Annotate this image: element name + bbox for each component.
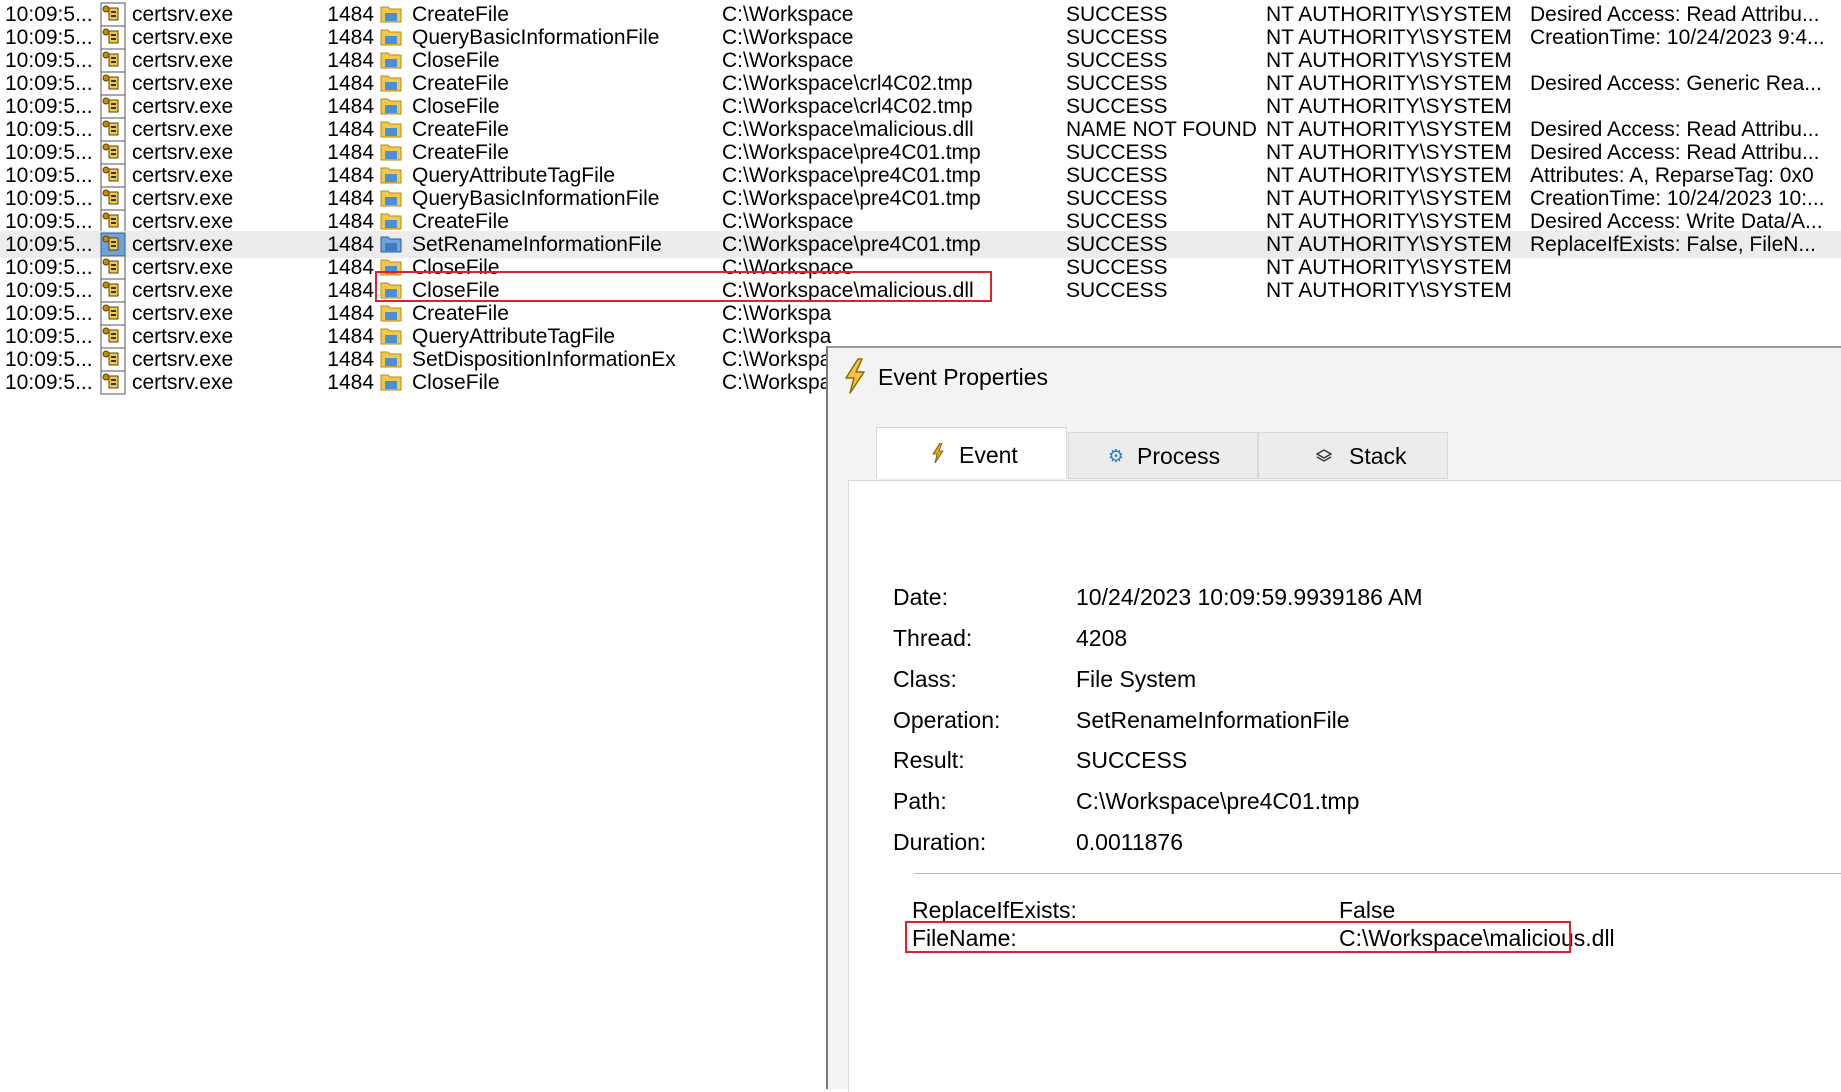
tab-strip: Event ⚙ Process Stack <box>848 427 1841 480</box>
lightning-icon <box>927 428 949 483</box>
property-label: Thread: <box>893 625 973 651</box>
property-value: SetRenameInformationFile <box>1076 707 1350 733</box>
property-label: Result: <box>893 747 965 773</box>
property-row: Date: 10/24/2023 10:09:59.9939186 AM <box>893 582 1793 612</box>
process-icon <box>100 370 130 397</box>
property-value: 4208 <box>1076 625 1128 651</box>
tab-process[interactable]: ⚙ Process <box>1068 432 1258 479</box>
time-cell: 10:09:5... <box>5 371 93 394</box>
property-label: Duration: <box>893 829 987 855</box>
property-row: Operation: SetRenameInformationFile <box>893 705 1793 735</box>
property-row: Class: File System <box>893 664 1793 694</box>
property-value: File System <box>1076 666 1197 692</box>
property-label: Path: <box>893 788 947 814</box>
property-value: SUCCESS <box>1076 747 1188 773</box>
property-row: Result: SUCCESS <box>893 745 1793 775</box>
property-value: 0.0011876 <box>1076 829 1184 855</box>
event-properties-window: Event Properties Event ⚙ Process Stack Da… <box>826 346 1841 1092</box>
highlight-selected-row <box>375 271 992 302</box>
layers-icon <box>1313 433 1335 480</box>
property-label: Operation: <box>893 707 1001 733</box>
filesystem-folder-icon <box>380 370 404 397</box>
property-row: Thread: 4208 <box>893 623 1793 653</box>
operation-cell: CloseFile <box>412 371 500 394</box>
property-label: Date: <box>893 584 948 610</box>
gear-icon: ⚙ <box>1107 446 1125 466</box>
tab-event[interactable]: Event <box>876 427 1067 478</box>
property-value: C:\Workspace\pre4C01.tmp <box>1076 788 1360 814</box>
tab-stack-label: Stack <box>1349 443 1407 469</box>
property-row: Path: C:\Workspace\pre4C01.tmp <box>893 786 1793 816</box>
process-name-cell: certsrv.exe <box>132 371 234 394</box>
window-title: Event Properties <box>878 364 1049 390</box>
detail-divider <box>914 873 1841 874</box>
tab-stack[interactable]: Stack <box>1258 432 1448 479</box>
highlight-filename <box>905 921 1571 953</box>
property-value: 10/24/2023 10:09:59.9939186 AM <box>1076 584 1423 610</box>
lightning-icon <box>845 358 865 394</box>
tab-process-label: Process <box>1137 443 1221 469</box>
property-label: Class: <box>893 666 957 692</box>
title-bar[interactable]: Event Properties <box>828 348 1841 408</box>
pid-cell: 1484 <box>327 371 374 394</box>
event-tab-panel: Date: 10/24/2023 10:09:59.9939186 AM Threa… <box>848 480 1841 1092</box>
tab-event-label: Event <box>959 442 1018 468</box>
property-row: Duration: 0.0011876 <box>893 827 1793 857</box>
